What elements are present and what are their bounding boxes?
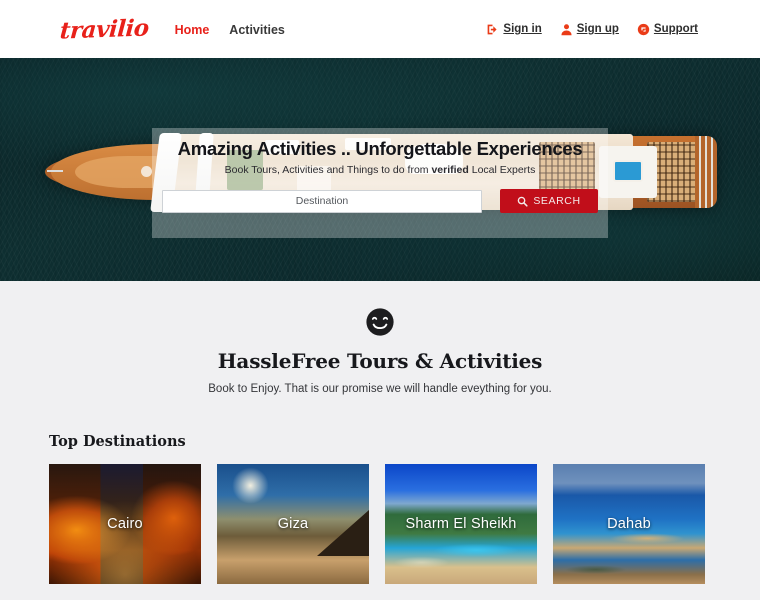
nav-link-sign-in[interactable]: Sign in (486, 23, 542, 36)
promo-subtitle: Book to Enjoy. That is our promise we wi… (208, 383, 552, 395)
hero-search-form: SEARCH (152, 189, 608, 213)
site-header: travilio Home Activities Sign in Sign up… (0, 0, 760, 58)
smiley-face-icon (366, 308, 394, 336)
site-logo[interactable]: travilio (59, 14, 150, 44)
search-button-label: SEARCH (533, 195, 581, 207)
nav-link-sign-up[interactable]: Sign up (560, 23, 619, 36)
destination-card-dahab[interactable]: Dahab (553, 464, 705, 584)
destination-label: Cairo (107, 516, 143, 532)
search-button[interactable]: SEARCH (500, 189, 598, 213)
user-icon (560, 23, 573, 36)
top-destinations-section: Top Destinations Cairo Giza Sharm El She… (0, 433, 760, 600)
ship-mast (47, 170, 63, 172)
account-navigation: Sign in Sign up Support (486, 23, 698, 36)
top-destinations-heading: Top Destinations (49, 433, 186, 450)
ship-bow-mast-base (141, 166, 152, 177)
hero-subtitle-before: Book Tours, Activities and Things to do … (224, 164, 432, 176)
promo-section: HassleFree Tours & Activities Book to En… (0, 281, 760, 395)
hero-subtitle-bold: verified (431, 164, 469, 176)
destination-label: Sharm El Sheikh (405, 516, 517, 532)
hero-title: Amazing Activities .. Unforgettable Expe… (177, 138, 583, 159)
primary-navigation: Home Activities (175, 21, 285, 37)
hero-overlay-panel: Amazing Activities .. Unforgettable Expe… (152, 128, 608, 238)
nav-link-sign-in-label: Sign in (503, 23, 542, 35)
hero-subtitle-after: Local Experts (468, 164, 536, 176)
destination-label: Giza (277, 516, 309, 532)
ship-swimming-pool (613, 160, 643, 182)
promo-title: HassleFree Tours & Activities (217, 349, 543, 373)
destinations-grid: Cairo Giza Sharm El Sheikh Dahab (49, 464, 711, 600)
search-icon (517, 196, 528, 207)
nav-link-activities[interactable]: Activities (229, 23, 285, 37)
nav-link-home[interactable]: Home (175, 23, 210, 37)
ship-stern (695, 136, 717, 208)
destination-label: Dahab (607, 516, 651, 532)
destination-card-sharm-el-sheikh[interactable]: Sharm El Sheikh (385, 464, 537, 584)
nav-link-support[interactable]: Support (637, 23, 698, 36)
hero-banner: Amazing Activities .. Unforgettable Expe… (0, 58, 760, 281)
destination-search-input[interactable] (162, 189, 482, 213)
hero-subtitle: Book Tours, Activities and Things to do … (152, 164, 608, 176)
nav-link-sign-up-label: Sign up (576, 23, 619, 35)
support-headset-icon (637, 23, 650, 36)
destination-card-giza[interactable]: Giza (217, 464, 369, 584)
nav-link-support-label: Support (653, 23, 698, 35)
sign-in-icon (486, 23, 499, 36)
destination-card-cairo[interactable]: Cairo (49, 464, 201, 584)
